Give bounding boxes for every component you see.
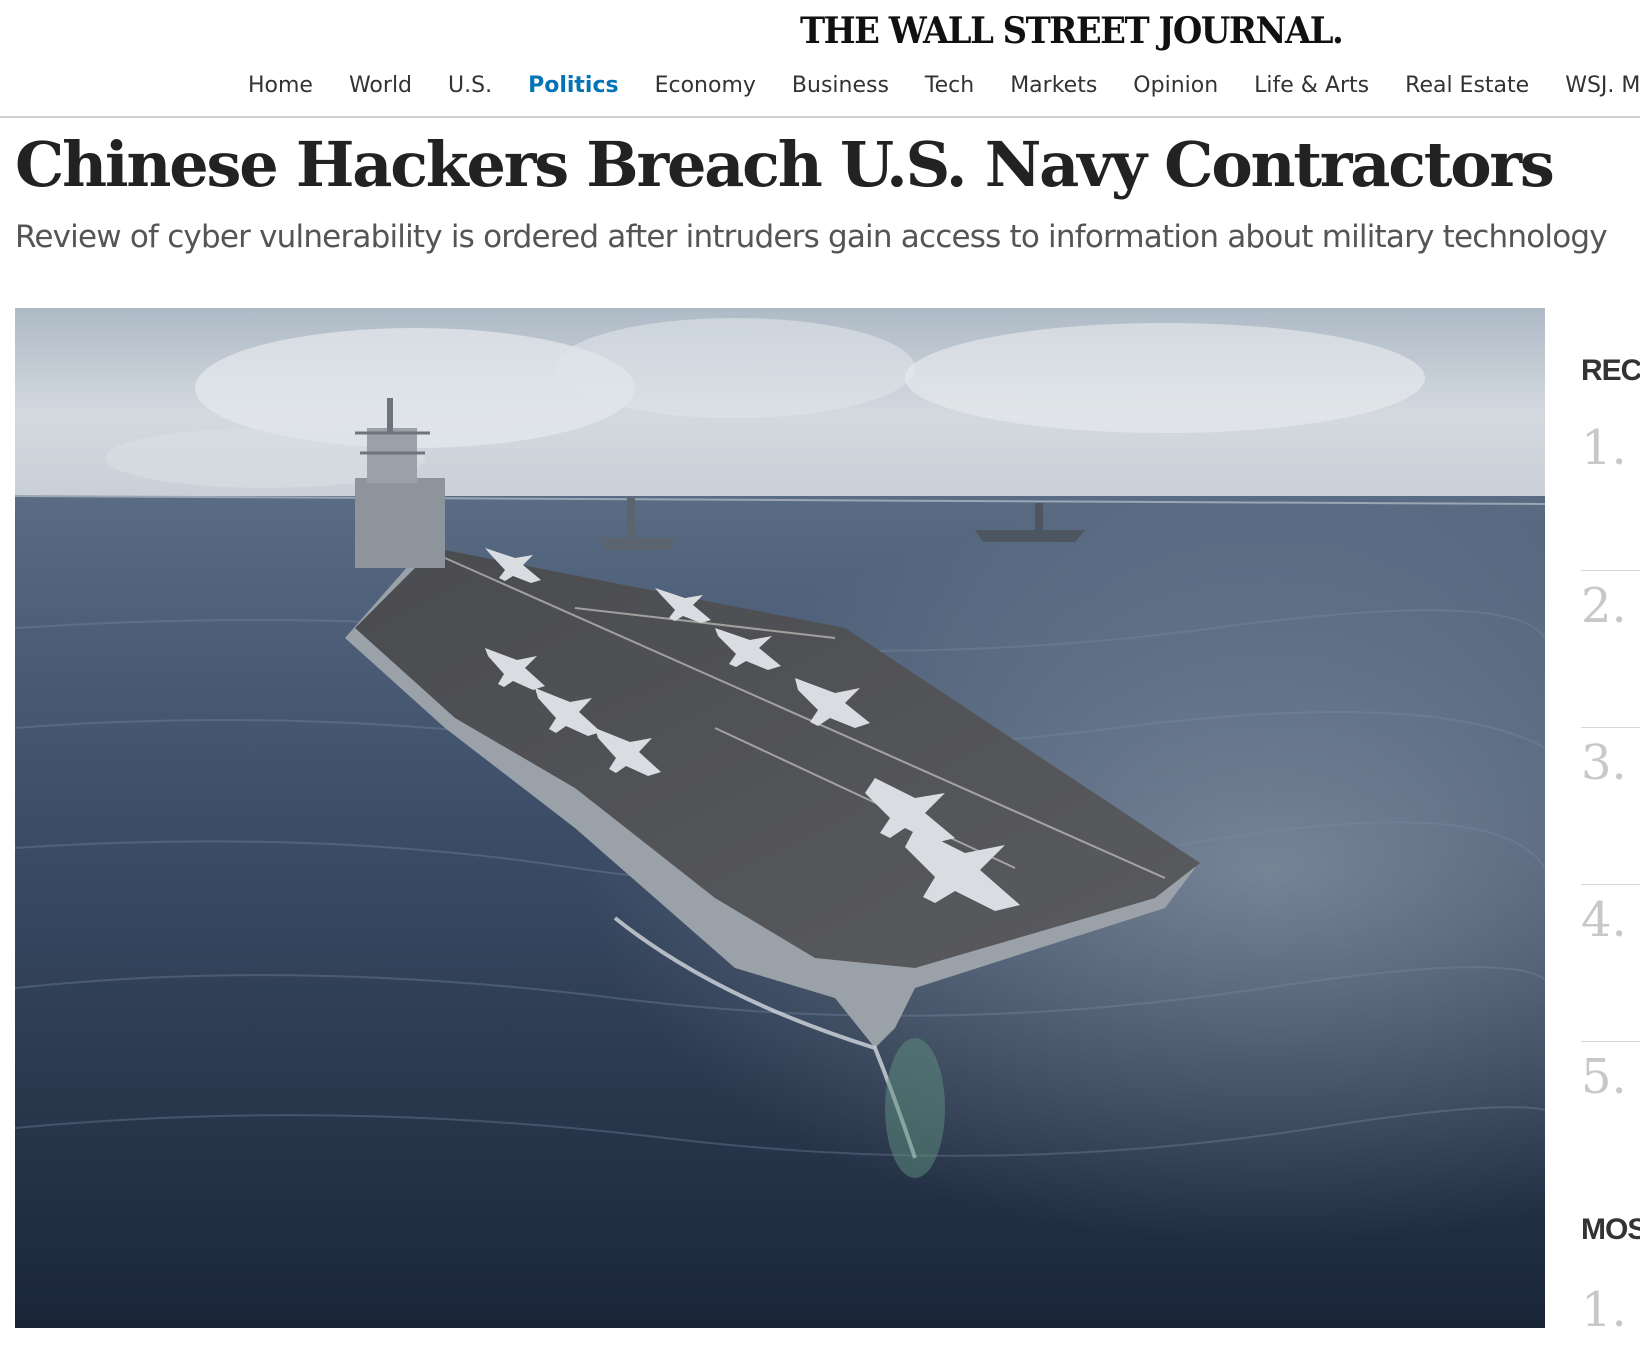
sidebar-divider: [1581, 570, 1640, 571]
nav-us[interactable]: U.S.: [448, 73, 492, 98]
nav-divider: [0, 116, 1640, 118]
sidebar-divider: [1581, 727, 1640, 728]
recommended-item-number[interactable]: 2.: [1581, 578, 1627, 634]
sidebar-recommended-title: RECO: [1581, 354, 1640, 387]
nav-tech[interactable]: Tech: [925, 73, 974, 98]
nav-politics[interactable]: Politics: [528, 73, 619, 98]
nav-real-estate[interactable]: Real Estate: [1405, 73, 1529, 98]
nav-markets[interactable]: Markets: [1010, 73, 1097, 98]
article-headline: Chinese Hackers Breach U.S. Navy Contrac…: [15, 128, 1555, 201]
masthead-logo[interactable]: THE WALL STREET JOURNAL.: [800, 10, 1344, 52]
nav-world[interactable]: World: [349, 73, 412, 98]
sidebar-divider: [1581, 1041, 1640, 1042]
most-popular-item-number[interactable]: 1.: [1581, 1282, 1627, 1338]
recommended-item-number[interactable]: 1.: [1581, 420, 1627, 476]
main-nav: Home World U.S. Politics Economy Busines…: [248, 68, 1640, 102]
hero-image-aircraft-carrier[interactable]: [15, 308, 1545, 1328]
recommended-item-number[interactable]: 5.: [1581, 1049, 1627, 1105]
sidebar-divider: [1581, 884, 1640, 885]
sidebar-most-popular-title: MOS: [1581, 1213, 1640, 1246]
recommended-item-number[interactable]: 4.: [1581, 892, 1627, 948]
article-dek: Review of cyber vulnerability is ordered…: [15, 219, 1608, 255]
nav-life-arts[interactable]: Life & Arts: [1254, 73, 1369, 98]
recommended-item-number[interactable]: 3.: [1581, 735, 1627, 791]
nav-business[interactable]: Business: [792, 73, 889, 98]
nav-opinion[interactable]: Opinion: [1133, 73, 1218, 98]
nav-wsj-magazine[interactable]: WSJ. M: [1565, 73, 1640, 98]
nav-home[interactable]: Home: [248, 73, 313, 98]
nav-economy[interactable]: Economy: [655, 73, 756, 98]
